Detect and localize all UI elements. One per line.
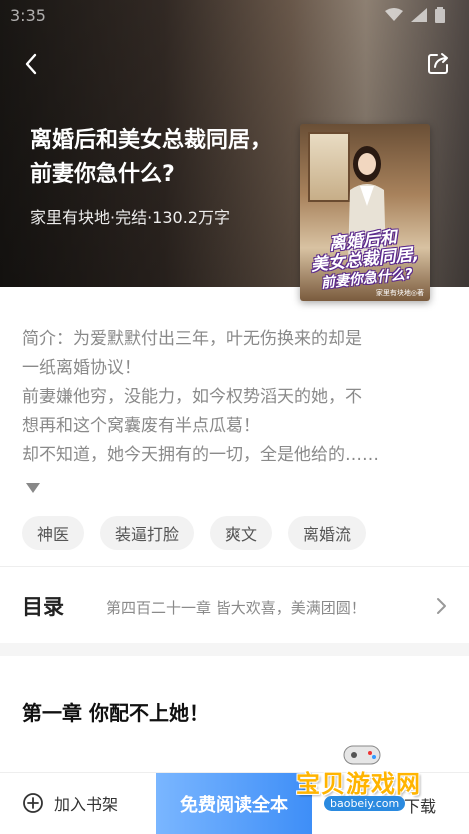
section-separator <box>0 643 469 656</box>
tag-chip[interactable]: 离婚流 <box>288 516 367 550</box>
cover-author: 家里有块地◎著 <box>375 289 424 297</box>
add-bookshelf-button[interactable]: 加入书架 <box>22 791 118 815</box>
catalog-row[interactable]: 目录 第四百二十一章 皆大欢喜，美满团圆！ <box>0 580 469 632</box>
status-icons <box>385 7 445 23</box>
top-nav <box>0 44 469 84</box>
tag-chip[interactable]: 神医 <box>22 516 85 550</box>
download-button[interactable]: 下载 <box>404 793 436 817</box>
chevron-left-icon <box>25 53 37 75</box>
book-title: 离婚后和美女总裁同居，前妻你急什么? <box>30 128 273 187</box>
chevron-right-icon <box>437 598 446 614</box>
signal-icon <box>411 8 427 22</box>
cover-title: 离婚后和 美女总裁同居, 前妻你急什么? <box>300 225 430 295</box>
gamepad-icon <box>343 745 381 765</box>
synopsis-line: 简介：为爱默默付出三年，叶无伤换来的却是 <box>22 329 362 349</box>
synopsis-line: 却不知道，她今天拥有的一切，全是他给的…… <box>22 445 379 465</box>
battery-icon <box>435 7 445 23</box>
book-meta: 家里有块地·完结·130.2万字 <box>30 208 230 227</box>
synopsis-line: 一纸离婚协议！ <box>22 358 141 378</box>
share-icon <box>428 53 448 74</box>
tag-chip[interactable]: 装逼打脸 <box>100 516 195 550</box>
first-chapter-title: 第一章 你配不上她！ <box>22 701 209 725</box>
wifi-icon <box>385 8 403 21</box>
synopsis-line: 想再和这个窝囊废有半点瓜葛！ <box>22 416 260 436</box>
expand-triangle-icon[interactable] <box>24 479 42 497</box>
share-button[interactable] <box>421 47 455 81</box>
plus-circle-icon <box>23 793 43 813</box>
tag-list: 神医 装逼打脸 爽文 离婚流 <box>22 516 367 550</box>
add-bookshelf-label: 加入书架 <box>54 795 119 814</box>
read-free-button[interactable]: 免费阅读全本 <box>156 773 312 834</box>
bottom-action-bar: 加入书架 免费阅读全本 下载 <box>0 772 469 834</box>
synopsis-line: 前妻嫌他穷，没能力，如今权势滔天的她，不 <box>22 387 362 407</box>
status-time: 3:35 <box>10 5 46 25</box>
book-cover: 离婚后和 美女总裁同居, 前妻你急什么? 家里有块地◎著 <box>300 124 430 301</box>
latest-chapter: 第四百二十一章 皆大欢喜，美满团圆！ <box>106 598 366 617</box>
tag-chip[interactable]: 爽文 <box>210 516 273 550</box>
divider <box>0 566 469 567</box>
catalog-label: 目录 <box>22 595 64 619</box>
book-synopsis: 简介：为爱默默付出三年，叶无伤换来的却是 一纸离婚协议！ 前妻嫌他穷，没能力，如… <box>22 325 447 470</box>
status-bar: 3:35 <box>0 0 469 30</box>
back-button[interactable] <box>14 47 48 81</box>
